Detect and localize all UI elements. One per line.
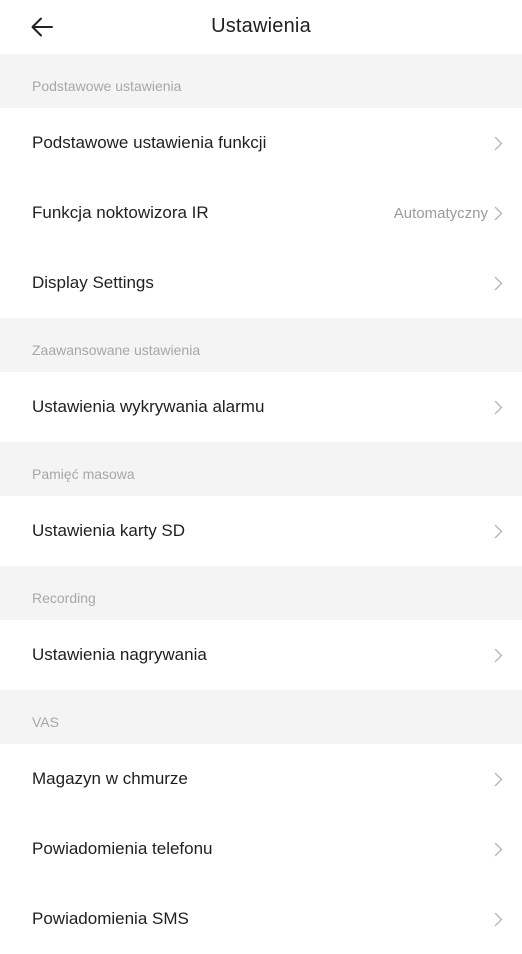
app-header: Ustawienia xyxy=(0,0,522,54)
settings-item-label: Podstawowe ustawienia funkcji xyxy=(32,133,267,152)
settings-item-label: Display Settings xyxy=(32,273,154,292)
settings-item-trailing xyxy=(492,646,504,664)
settings-item-powiadomienia-telefonu[interactable]: Powiadomienia telefonu xyxy=(0,814,522,884)
settings-item-trailing xyxy=(492,910,504,928)
section-header-recording: Recording xyxy=(0,566,522,620)
settings-item-value: Automatyczny xyxy=(393,204,488,222)
section-header-podstawowe-ustawienia: Podstawowe ustawienia xyxy=(0,54,522,108)
settings-item-label: Ustawienia nagrywania xyxy=(32,645,207,664)
settings-item-label: Funkcja noktowizora IR xyxy=(32,203,209,222)
chevron-right-icon xyxy=(492,204,504,222)
settings-item-ustawienia-nagrywania[interactable]: Ustawienia nagrywania xyxy=(0,620,522,690)
settings-item-trailing xyxy=(492,840,504,858)
settings-item-powiadomienia-sms[interactable]: Powiadomienia SMS xyxy=(0,884,522,954)
settings-item-label: Ustawienia karty SD xyxy=(32,521,186,540)
section-header-vas: VAS xyxy=(0,690,522,744)
settings-item-funkcja-noktowizora-ir[interactable]: Funkcja noktowizora IR Automatyczny xyxy=(0,178,522,248)
settings-item-label: Powiadomienia telefonu xyxy=(32,839,213,858)
settings-item-trailing xyxy=(492,770,504,788)
settings-item-trailing xyxy=(492,274,504,292)
settings-item-magazyn-w-chmurze[interactable]: Magazyn w chmurze xyxy=(0,744,522,814)
settings-item-label: Powiadomienia SMS xyxy=(32,909,189,928)
settings-item-trailing: Automatyczny xyxy=(394,204,504,222)
settings-item-podstawowe-ustawienia-funkcji[interactable]: Podstawowe ustawienia funkcji xyxy=(0,108,522,178)
settings-list: Podstawowe ustawienia Podstawowe ustawien… xyxy=(0,54,522,954)
chevron-right-icon xyxy=(492,910,504,928)
chevron-right-icon xyxy=(492,770,504,788)
settings-item-trailing xyxy=(492,134,504,152)
chevron-right-icon xyxy=(492,522,504,540)
settings-item-ustawienia-karty-sd[interactable]: Ustawienia karty SD xyxy=(0,496,522,566)
page-title: Ustawienia xyxy=(211,15,311,37)
settings-item-display-settings[interactable]: Display Settings xyxy=(0,248,522,318)
settings-item-label: Magazyn w chmurze xyxy=(32,769,188,788)
chevron-right-icon xyxy=(492,134,504,152)
chevron-right-icon xyxy=(492,840,504,858)
settings-item-trailing xyxy=(492,398,504,416)
settings-item-ustawienia-wykrywania-alarmu[interactable]: Ustawienia wykrywania alarmu xyxy=(0,372,522,442)
chevron-right-icon xyxy=(492,398,504,416)
chevron-right-icon xyxy=(492,274,504,292)
section-header-pamiec-masowa: Pamięć masowa xyxy=(0,442,522,496)
settings-item-label: Ustawienia wykrywania alarmu xyxy=(32,397,265,416)
section-header-zaawansowane-ustawienia: Zaawansowane ustawienia xyxy=(0,318,522,372)
chevron-right-icon xyxy=(492,646,504,664)
settings-item-trailing xyxy=(492,522,504,540)
